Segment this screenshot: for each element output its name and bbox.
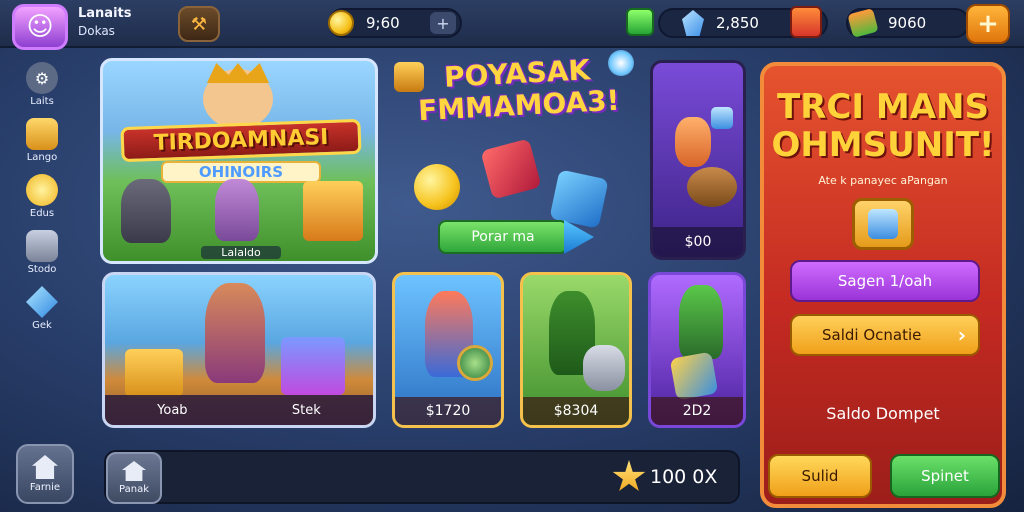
home-label: Farnie (29, 482, 61, 493)
gold-crate-icon (125, 349, 183, 397)
bundle-right-label: Stek (291, 402, 321, 418)
chest-icon (26, 118, 58, 150)
saldo-button[interactable]: Sulid (768, 454, 872, 498)
star-gem-icon (868, 209, 898, 239)
play-button[interactable]: Porar ma (438, 220, 568, 254)
reward-trophy-icon (852, 198, 914, 250)
coin-icon (328, 10, 354, 36)
home-icon (122, 461, 146, 481)
bundle-labels: Yoab Stek (105, 395, 373, 425)
add-currency-button[interactable]: + (966, 4, 1010, 44)
offer-card-1[interactable]: $1720 (392, 272, 504, 428)
sidebar-item-settings[interactable]: ⚙ Laits (14, 62, 70, 107)
plus-icon: + (977, 9, 999, 39)
coin-value: 9;60 (366, 14, 400, 32)
home-button[interactable]: Farnie (16, 444, 74, 504)
bottom-bar (104, 450, 740, 504)
offer-price: $00 (653, 227, 743, 257)
shield-icon (457, 345, 493, 381)
player-name: Lanaits (78, 6, 132, 21)
multiplier-value: 100 0X (650, 466, 718, 488)
red-cube-icon (480, 138, 542, 200)
sidebar-item-chest[interactable]: Lango (14, 118, 70, 163)
crown-icon (207, 63, 269, 83)
sparkle-icon (608, 50, 634, 76)
wallet-label: Saldo Dompet (826, 404, 940, 423)
sidebar-item-label: Laits (30, 96, 54, 107)
add-coins-button[interactable]: + (430, 12, 456, 34)
gift-box-icon[interactable] (790, 6, 822, 38)
promo-banner: POYASAK FMMAMOA3! Porar ma (388, 50, 642, 262)
hammer-icon: ⚒ (190, 13, 208, 35)
chevron-right-icon: › (957, 323, 966, 347)
sidebar-item-label: Gek (32, 320, 52, 331)
gear-icon: ⚙ (26, 62, 58, 94)
bundle-card[interactable]: Yoab Stek (102, 272, 376, 428)
mage-character (215, 179, 259, 241)
spin-button[interactable]: Spinet (890, 454, 1000, 498)
shop-button[interactable]: Panak (106, 452, 162, 504)
event-caption: Lalaldo (201, 246, 281, 259)
coin-icon (26, 174, 58, 206)
hero-character (675, 117, 711, 167)
blue-crate-icon (281, 337, 345, 395)
balance-details-button[interactable]: Saldi Ocnatie › (790, 314, 980, 356)
green-gem-icon[interactable] (626, 8, 654, 36)
sidebar-item-label: Edus (29, 208, 55, 219)
warrior-character (121, 179, 171, 243)
offer-price: 2D2 (651, 397, 743, 425)
ticket-value: 9060 (888, 14, 927, 32)
ticket-icon (847, 8, 879, 38)
sidebar-item-gems[interactable]: Gek (14, 286, 70, 331)
sidebar-item-coins[interactable]: Edus (14, 174, 70, 219)
sidebar-item-stone[interactable]: Stodo (14, 230, 70, 275)
offer-price: $8304 (523, 397, 629, 425)
ticket-balance: 9060 (846, 8, 970, 38)
wallet-panel: TRCI MANS OHMSUNIT! Ate k panayec aPanga… (760, 62, 1006, 508)
crystal-icon (682, 10, 704, 36)
treasure-crates (303, 181, 363, 241)
promo-title: POYASAK FMMAMOA3! (406, 52, 629, 127)
panel-subtitle: Ate k panayec aPangan (818, 174, 948, 187)
rune-tile-icon (669, 351, 719, 401)
gem-value: 2,850 (716, 14, 759, 32)
dancer-character (205, 283, 265, 383)
player-subtitle: Dokas (78, 24, 115, 38)
avatar-face-icon: ☺ (26, 12, 54, 42)
sidebar-item-label: Stodo (27, 264, 57, 275)
panel-title-line2: OHMSUNIT! (771, 125, 995, 165)
offer-card-3[interactable]: 2D2 (648, 272, 746, 428)
panel-title: TRCI MANS OHMSUNIT! (764, 88, 1002, 164)
player-avatar[interactable]: ☺ (12, 4, 68, 50)
coin-balance: 9;60 + (328, 8, 462, 38)
gem-icon (711, 107, 733, 129)
offer-card-top[interactable]: $00 (650, 60, 746, 260)
stone-icon (26, 230, 58, 262)
pet-companion-icon (583, 345, 625, 391)
offer-card-2[interactable]: $8304 (520, 272, 632, 428)
sidebar-item-label: Lango (26, 152, 58, 163)
shop-label: Panak (119, 484, 149, 495)
panel-title-line1: TRCI MANS (777, 87, 989, 127)
bundle-left-label: Yoab (157, 402, 188, 418)
home-icon (32, 455, 58, 479)
build-button[interactable]: ⚒ (178, 6, 220, 42)
event-title: TIRDOAMNASI (120, 118, 362, 163)
claim-button[interactable]: Sagen 1/oah (790, 260, 980, 302)
offer-price: $1720 (395, 397, 501, 425)
plus-icon: + (436, 13, 450, 33)
coin-icon (414, 164, 460, 210)
gem-icon (26, 286, 58, 318)
balance-details-label: Saldi Ocnatie (822, 326, 922, 344)
barrel-icon (687, 167, 737, 207)
featured-event-card[interactable]: TIRDOAMNASI OHINOIRS Lalaldo (100, 58, 378, 264)
elf-character (679, 285, 723, 359)
